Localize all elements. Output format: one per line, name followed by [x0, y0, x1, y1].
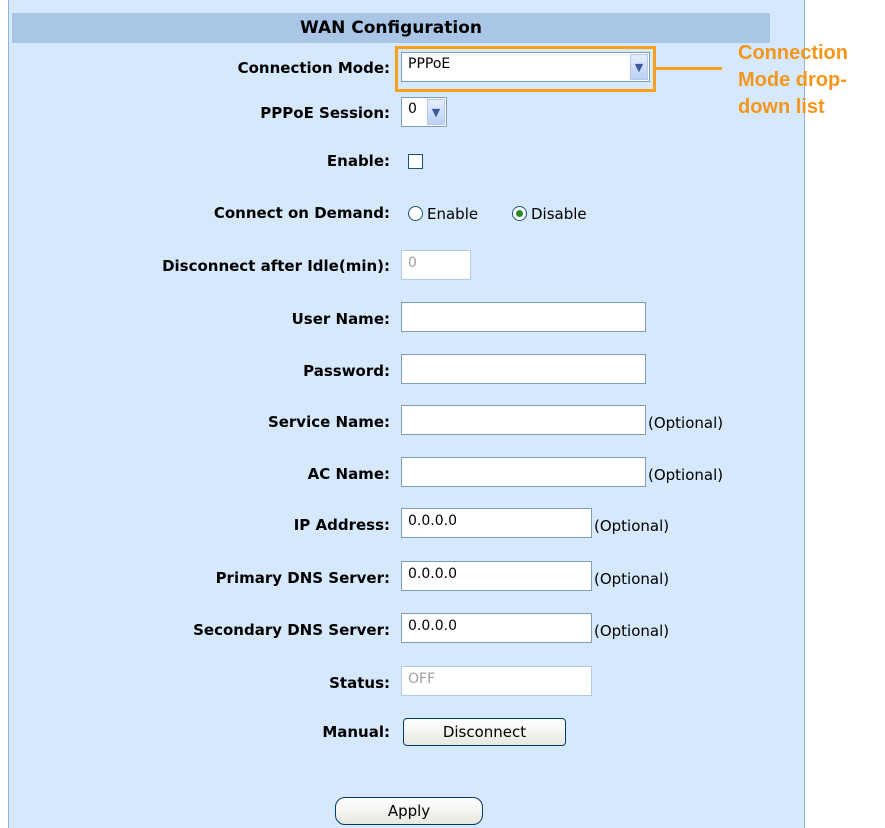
secondary-dns-label: Secondary DNS Server: — [193, 621, 390, 639]
password-input[interactable] — [401, 354, 646, 384]
pppoe-session-value: 0 — [408, 101, 417, 117]
disconnect-button[interactable]: Disconnect — [403, 718, 566, 746]
primary-dns-input[interactable]: 0.0.0.0 — [401, 561, 592, 591]
ac-name-optional: (Optional) — [648, 466, 724, 484]
manual-label: Manual: — [322, 723, 390, 741]
secondary-dns-input[interactable]: 0.0.0.0 — [401, 613, 592, 643]
apply-button[interactable]: Apply — [335, 797, 483, 825]
password-label: Password: — [303, 362, 390, 380]
annotation-line-2: Mode drop- — [738, 69, 847, 91]
annotation-line-3: down list — [738, 96, 825, 118]
connect-on-demand-enable-label: Enable — [427, 205, 479, 223]
enable-checkbox[interactable] — [408, 154, 423, 169]
status-label: Status: — [329, 674, 390, 692]
disconnect-idle-label: Disconnect after Idle(min): — [162, 257, 390, 275]
pppoe-session-label: PPPoE Session: — [260, 104, 390, 122]
service-name-input[interactable] — [401, 405, 646, 435]
ip-address-optional: (Optional) — [594, 517, 670, 535]
connection-mode-label: Connection Mode: — [237, 59, 390, 77]
connect-on-demand-enable-radio[interactable] — [408, 206, 423, 221]
annotation-connector-line — [656, 67, 722, 70]
ip-address-label: IP Address: — [293, 516, 390, 534]
secondary-dns-optional: (Optional) — [594, 622, 670, 640]
service-name-optional: (Optional) — [648, 414, 724, 432]
ac-name-input[interactable] — [401, 457, 646, 487]
chevron-down-icon: ▼ — [427, 99, 445, 125]
service-name-label: Service Name: — [267, 413, 390, 431]
annotation-highlight-box — [395, 46, 656, 92]
user-name-label: User Name: — [291, 310, 390, 328]
annotation-line-1: Connection — [738, 42, 848, 64]
section-title: WAN Configuration — [299, 18, 482, 38]
disconnect-idle-input[interactable]: 0 — [401, 250, 471, 280]
connect-on-demand-label: Connect on Demand: — [213, 204, 390, 222]
primary-dns-label: Primary DNS Server: — [215, 569, 390, 587]
connect-on-demand-disable-radio[interactable] — [512, 206, 527, 221]
pppoe-session-select[interactable]: 0 ▼ — [401, 97, 447, 127]
ip-address-input[interactable]: 0.0.0.0 — [401, 508, 592, 538]
annotation-callout: Connection Mode drop- down list — [738, 40, 885, 121]
status-field: OFF — [401, 666, 592, 696]
connect-on-demand-disable-label: Disable — [531, 205, 587, 223]
user-name-input[interactable] — [401, 302, 646, 332]
primary-dns-optional: (Optional) — [594, 570, 670, 588]
section-header: WAN Configuration — [12, 13, 770, 43]
enable-label: Enable: — [326, 152, 390, 170]
ac-name-label: AC Name: — [307, 465, 390, 483]
